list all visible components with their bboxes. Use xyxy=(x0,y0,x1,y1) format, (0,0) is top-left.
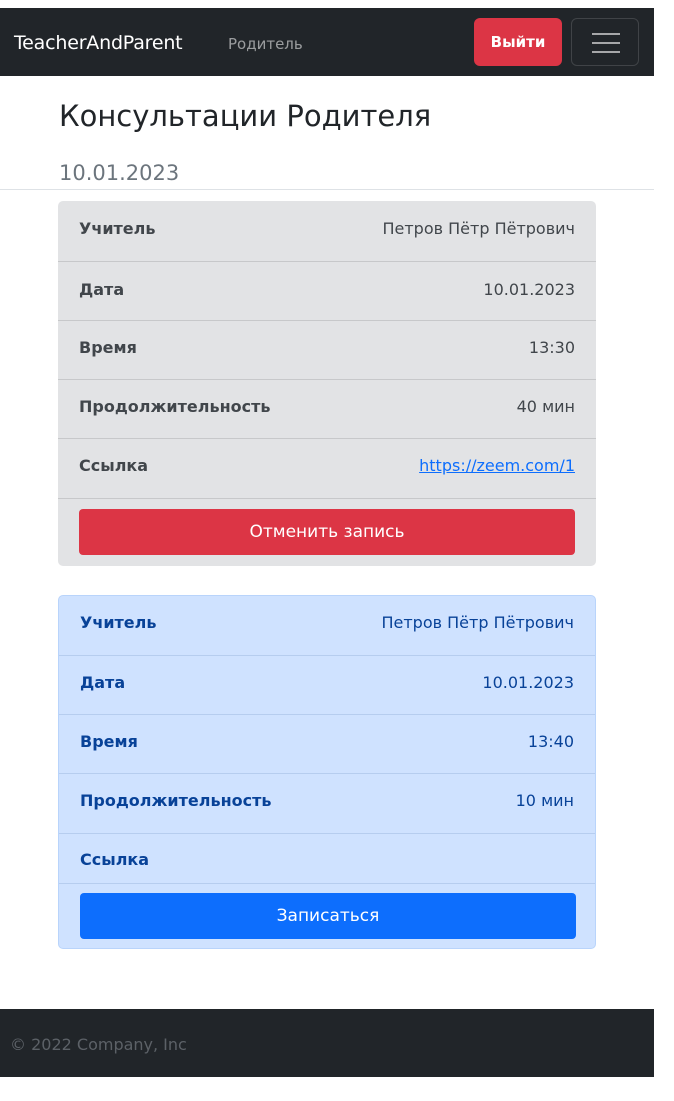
meeting-link[interactable]: https://zeem.com/1 xyxy=(419,456,575,475)
teacher-value: Петров Пётр Пётрович xyxy=(382,219,575,238)
hamburger-menu-icon-bar xyxy=(592,51,620,53)
footer-copyright: © 2022 Company, Inc xyxy=(10,1035,187,1054)
consultation-card: Учитель Петров Пётр Пётрович Дата 10.01.… xyxy=(58,595,596,949)
page-title: Консультации Родителя xyxy=(59,99,432,133)
duration-value: 40 мин xyxy=(516,397,575,416)
teacher-row: Учитель Петров Пётр Пётрович xyxy=(59,596,595,656)
footer: © 2022 Company, Inc xyxy=(0,1009,654,1077)
time-value: 13:40 xyxy=(527,732,574,751)
time-row: Время 13:40 xyxy=(59,715,595,774)
cancel-booking-button[interactable]: Отменить запись xyxy=(79,509,575,555)
link-label: Ссылка xyxy=(80,850,150,869)
teacher-value: Петров Пётр Пётрович xyxy=(381,613,574,632)
time-label: Время xyxy=(80,732,138,751)
brand-link[interactable]: TeacherAndParent xyxy=(14,32,183,54)
link-value-wrapper: https://zeem.com/1 xyxy=(419,456,575,475)
date-row: Дата 10.01.2023 xyxy=(58,262,596,321)
date-value: 10.01.2023 xyxy=(482,673,574,692)
time-row: Время 13:30 xyxy=(58,321,596,380)
date-label: Дата xyxy=(79,280,125,299)
date-label: Дата xyxy=(80,673,126,692)
duration-row: Продолжительность 40 мин xyxy=(58,380,596,439)
consultation-card: Учитель Петров Пётр Пётрович Дата 10.01.… xyxy=(58,201,596,566)
sign-up-button[interactable]: Записаться xyxy=(80,893,576,939)
navbar-toggler-button[interactable] xyxy=(571,18,639,66)
duration-row: Продолжительность 10 мин xyxy=(59,774,595,834)
nav-role-link[interactable]: Родитель xyxy=(228,35,303,53)
link-row: Ссылка https://zeem.com/1 xyxy=(58,439,596,499)
duration-label: Продолжительность xyxy=(79,397,271,416)
date-heading: 10.01.2023 xyxy=(59,161,180,185)
logout-button[interactable]: Выйти xyxy=(474,18,562,66)
teacher-row: Учитель Петров Пётр Пётрович xyxy=(58,201,596,262)
hamburger-menu-icon-bar xyxy=(592,42,620,44)
duration-label: Продолжительность xyxy=(80,791,272,810)
divider xyxy=(0,189,654,190)
hamburger-menu-icon xyxy=(592,33,620,35)
top-navbar: TeacherAndParent Родитель Выйти xyxy=(0,8,654,76)
teacher-label: Учитель xyxy=(79,219,156,238)
date-row: Дата 10.01.2023 xyxy=(59,656,595,715)
date-value: 10.01.2023 xyxy=(483,280,575,299)
teacher-label: Учитель xyxy=(80,613,157,632)
page: TeacherAndParent Родитель Выйти Консульт… xyxy=(0,0,674,1101)
time-value: 13:30 xyxy=(528,338,575,357)
link-label: Ссылка xyxy=(79,456,149,475)
duration-value: 10 мин xyxy=(515,791,574,810)
time-label: Время xyxy=(79,338,137,357)
link-row: Ссылка xyxy=(59,834,595,884)
